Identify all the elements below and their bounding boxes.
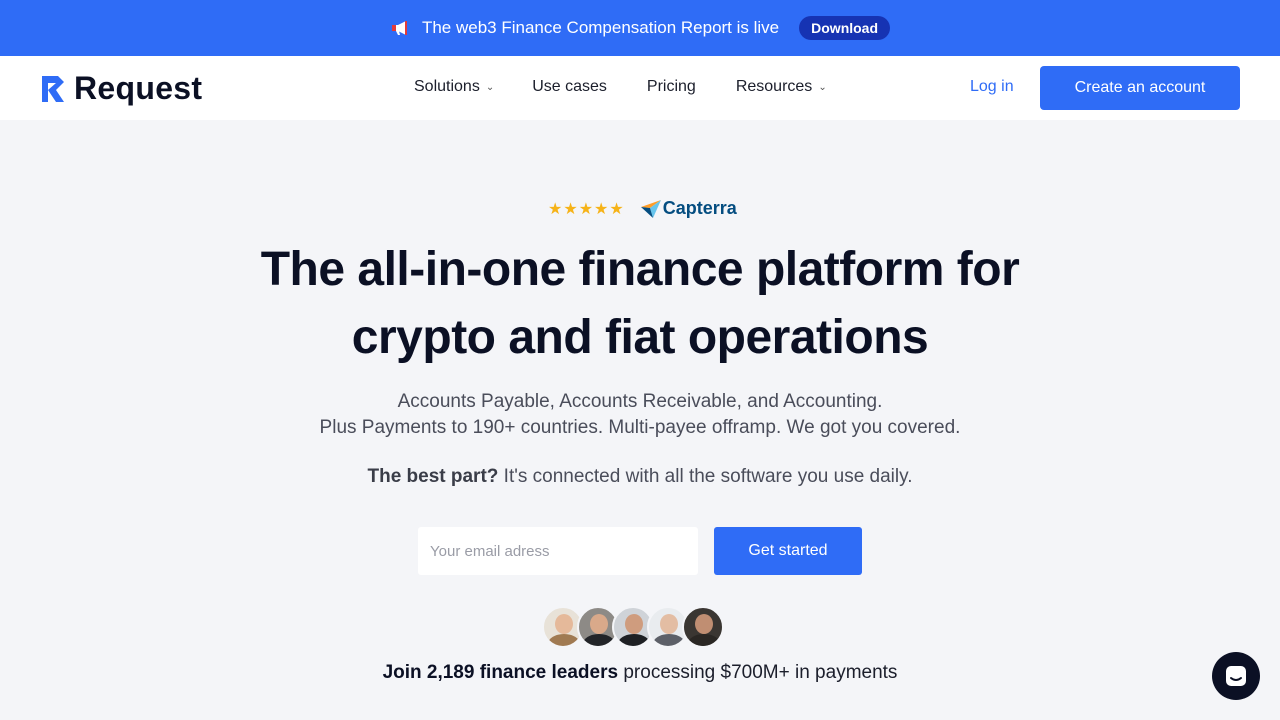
- avatar: [682, 606, 724, 648]
- login-link[interactable]: Log in: [970, 78, 1014, 96]
- chat-icon: [1226, 666, 1246, 686]
- hero-title-line-2: crypto and fiat operations: [351, 311, 929, 364]
- nav-item-use-cases[interactable]: Use cases: [532, 78, 607, 96]
- social-proof-text: Join 2,189 finance leaders processing $7…: [0, 662, 1280, 684]
- megaphone-icon: [391, 21, 407, 35]
- download-button[interactable]: Download: [799, 16, 891, 40]
- capterra-logo: Capterra: [640, 198, 737, 219]
- nav-item-label: Pricing: [646, 78, 696, 95]
- nav-item-solutions[interactable]: Solutions ⌄: [414, 78, 494, 96]
- best-part-rest: It's connected with all the software you…: [498, 466, 913, 487]
- chat-widget-button[interactable]: [1212, 652, 1260, 700]
- social-proof-bold: Join 2,189 finance leaders: [382, 662, 619, 683]
- nav-item-resources[interactable]: Resources ⌄: [736, 78, 827, 96]
- logo-wordmark: Request: [74, 70, 203, 106]
- customer-avatars: [542, 606, 724, 648]
- hero-title: The all-in-one finance platform for cryp…: [0, 236, 1280, 372]
- best-part-bold: The best part?: [367, 466, 499, 487]
- hero-subtitle-line-2: Plus Payments to 190+ countries. Multi-p…: [319, 417, 961, 438]
- get-started-button[interactable]: Get started: [714, 527, 862, 575]
- main-menu: Solutions ⌄ Use cases Pricing Resources …: [414, 78, 827, 96]
- hero-subtitle: Accounts Payable, Accounts Receivable, a…: [0, 389, 1280, 441]
- request-logo[interactable]: Request: [40, 70, 202, 107]
- capterra-rating[interactable]: ★★★★★ Capterra: [548, 198, 737, 219]
- banner-text: The web3 Finance Compensation Report is …: [421, 18, 780, 37]
- hero-title-line-1: The all-in-one finance platform for: [260, 243, 1020, 296]
- hero-subtitle-line-1: Accounts Payable, Accounts Receivable, a…: [397, 391, 883, 412]
- nav-item-label: Resources: [735, 78, 813, 95]
- email-input[interactable]: [418, 527, 698, 575]
- capterra-wordmark: Capterra: [662, 198, 737, 218]
- top-navigation: Request Solutions ⌄ Use cases Pricing Re…: [0, 56, 1280, 120]
- social-proof-rest: processing $700M+ in payments: [618, 662, 898, 683]
- chevron-down-icon: ⌄: [818, 81, 827, 93]
- best-part-text: The best part? It's connected with all t…: [0, 466, 1280, 488]
- nav-item-label: Solutions: [414, 78, 480, 95]
- announcement-banner: The web3 Finance Compensation Report is …: [0, 0, 1280, 56]
- nav-item-label: Use cases: [532, 78, 607, 95]
- capterra-arrow-icon: [640, 199, 661, 218]
- request-logo-icon: [42, 75, 64, 102]
- create-account-button[interactable]: Create an account: [1040, 66, 1240, 110]
- nav-item-pricing[interactable]: Pricing: [647, 78, 696, 96]
- chevron-down-icon: ⌄: [485, 81, 495, 93]
- five-star-rating-icon: ★★★★★: [548, 200, 625, 218]
